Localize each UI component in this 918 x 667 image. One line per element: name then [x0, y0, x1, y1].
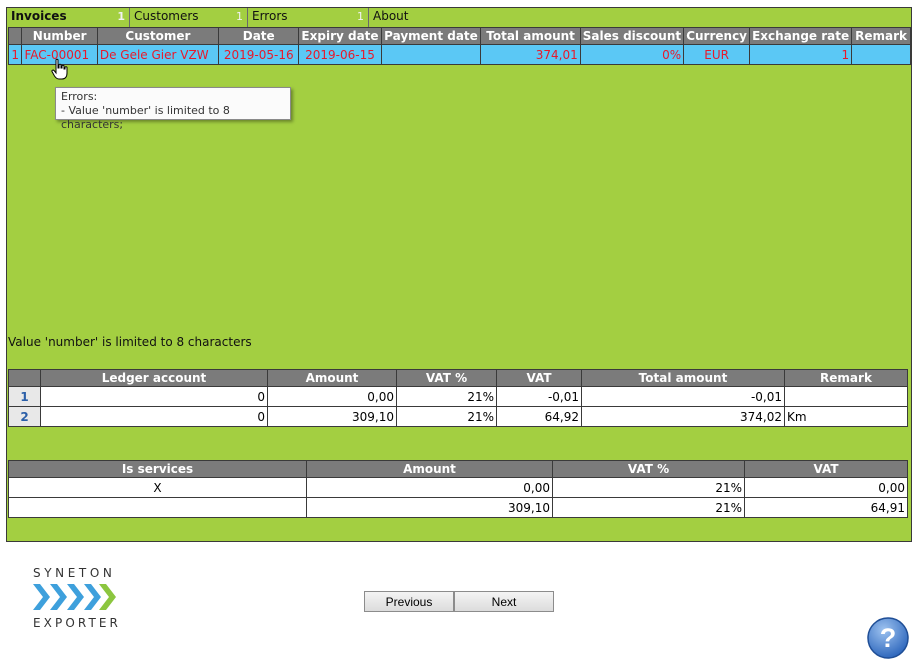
tab-bar: Invoices 1 Customers 1 Errors 1 About: [7, 8, 911, 27]
date-cell[interactable]: 2019-05-16: [218, 44, 300, 65]
expiry-date-cell[interactable]: 2019-06-15: [298, 44, 382, 65]
ledger-vat-cell[interactable]: -0,01: [496, 386, 582, 407]
is-services-cell[interactable]: [8, 497, 307, 518]
tab-invoices-label: Invoices: [11, 9, 67, 23]
validation-message: Value 'number' is limited to 8 character…: [8, 335, 252, 349]
syneton-chevrons-logo: [33, 584, 116, 610]
logo-top-text: SYNETON: [33, 566, 116, 580]
tab-about[interactable]: About: [369, 8, 449, 27]
col-ledger-account[interactable]: Ledger account: [40, 369, 268, 387]
col-sales-discount[interactable]: Sales discount: [579, 27, 685, 45]
col-date[interactable]: Date: [218, 27, 300, 45]
tab-invoices-count: 1: [117, 10, 125, 23]
ledger-account-cell[interactable]: 0: [40, 406, 268, 427]
total-amount-cell[interactable]: 374,01: [480, 44, 581, 65]
ledger-amount-cell[interactable]: 0,00: [267, 386, 397, 407]
ledger-amount-cell[interactable]: 309,10: [267, 406, 397, 427]
ledger-header-row: Ledger account Amount VAT % VAT Total am…: [8, 369, 908, 387]
exchange-rate-cell[interactable]: 1: [749, 44, 853, 65]
currency-cell[interactable]: EUR: [683, 44, 751, 65]
ledger-total-cell[interactable]: 374,02: [581, 406, 785, 427]
services-table: Is services Amount VAT % VAT X 0,00 21% …: [8, 460, 908, 518]
col-currency[interactable]: Currency: [683, 27, 751, 45]
sales-discount-cell[interactable]: 0%: [579, 44, 685, 65]
ledger-header-corner: [8, 369, 41, 387]
remark-cell[interactable]: [851, 44, 911, 65]
ledger-remark-cell[interactable]: Km: [784, 406, 908, 427]
ledger-vat-pct-cell[interactable]: 21%: [396, 386, 497, 407]
invoice-header-corner: [7, 27, 23, 45]
ledger-row-number[interactable]: 2: [8, 406, 41, 427]
row-number-cell[interactable]: 1: [7, 44, 23, 65]
col-exchange-rate[interactable]: Exchange rate: [749, 27, 853, 45]
help-button[interactable]: ?: [866, 616, 910, 660]
col-services-vat[interactable]: VAT: [744, 460, 908, 478]
tab-errors-label: Errors: [252, 9, 288, 23]
col-services-vat-pct[interactable]: VAT %: [552, 460, 745, 478]
tab-customers-count: 1: [236, 10, 243, 23]
customer-cell[interactable]: De Gele Gier VZW: [96, 44, 220, 65]
ledger-vat-cell[interactable]: 64,92: [496, 406, 582, 427]
next-button[interactable]: Next: [454, 591, 554, 612]
col-number[interactable]: Number: [21, 27, 98, 45]
services-amount-cell[interactable]: 309,10: [306, 497, 553, 518]
help-icon: ?: [867, 617, 909, 659]
previous-button[interactable]: Previous: [364, 591, 454, 612]
services-header-row: Is services Amount VAT % VAT: [8, 460, 908, 478]
ledger-row[interactable]: 1 0 0,00 21% -0,01 -0,01: [8, 386, 908, 407]
services-vat-cell[interactable]: 0,00: [744, 477, 908, 498]
tab-errors[interactable]: Errors 1: [248, 8, 369, 27]
col-ledger-total[interactable]: Total amount: [581, 369, 785, 387]
main-panel: Invoices 1 Customers 1 Errors 1 About Nu…: [6, 7, 912, 542]
tab-customers-label: Customers: [134, 9, 199, 23]
hand-cursor-icon: [51, 58, 68, 80]
ledger-table: Ledger account Amount VAT % VAT Total am…: [8, 369, 908, 427]
services-amount-cell[interactable]: 0,00: [306, 477, 553, 498]
ledger-total-cell[interactable]: -0,01: [581, 386, 785, 407]
is-services-cell[interactable]: X: [8, 477, 307, 498]
ledger-remark-cell[interactable]: [784, 386, 908, 407]
services-row[interactable]: 309,10 21% 64,91: [8, 497, 908, 518]
col-services-amount[interactable]: Amount: [306, 460, 553, 478]
col-ledger-amount[interactable]: Amount: [267, 369, 397, 387]
ledger-row[interactable]: 2 0 309,10 21% 64,92 374,02 Km: [8, 406, 908, 427]
tooltip-title: Errors:: [61, 90, 98, 103]
tab-errors-count: 1: [357, 10, 364, 23]
tab-invoices[interactable]: Invoices 1: [7, 8, 130, 27]
invoice-header-row: Number Customer Date Expiry date Payment…: [7, 27, 911, 45]
error-tooltip: Errors: - Value 'number' is limited to 8…: [55, 87, 291, 131]
ledger-account-cell[interactable]: 0: [40, 386, 268, 407]
col-remark[interactable]: Remark: [851, 27, 911, 45]
ledger-vat-pct-cell[interactable]: 21%: [396, 406, 497, 427]
services-row[interactable]: X 0,00 21% 0,00: [8, 477, 908, 498]
payment-date-cell[interactable]: [380, 44, 482, 65]
services-vat-cell[interactable]: 64,91: [744, 497, 908, 518]
col-ledger-vat[interactable]: VAT: [496, 369, 582, 387]
ledger-row-number[interactable]: 1: [8, 386, 41, 407]
logo-bottom-text: EXPORTER: [33, 616, 121, 630]
col-ledger-remark[interactable]: Remark: [784, 369, 908, 387]
syneton-exporter-logo: SYNETON EXPORTER: [33, 566, 133, 632]
col-expiry-date[interactable]: Expiry date: [298, 27, 382, 45]
invoice-table: Number Customer Date Expiry date Payment…: [7, 27, 911, 65]
services-vat-pct-cell[interactable]: 21%: [552, 477, 745, 498]
tab-about-label: About: [373, 9, 409, 23]
col-customer[interactable]: Customer: [96, 27, 220, 45]
help-glyph: ?: [880, 623, 897, 653]
tooltip-line: - Value 'number' is limited to 8 charact…: [61, 104, 230, 131]
col-is-services[interactable]: Is services: [8, 460, 307, 478]
col-payment-date[interactable]: Payment date: [380, 27, 482, 45]
invoice-row[interactable]: 1 FAC-00001 De Gele Gier VZW 2019-05-16 …: [7, 44, 911, 65]
col-ledger-vat-pct[interactable]: VAT %: [396, 369, 497, 387]
tab-customers[interactable]: Customers 1: [130, 8, 248, 27]
col-total-amount[interactable]: Total amount: [480, 27, 581, 45]
services-vat-pct-cell[interactable]: 21%: [552, 497, 745, 518]
